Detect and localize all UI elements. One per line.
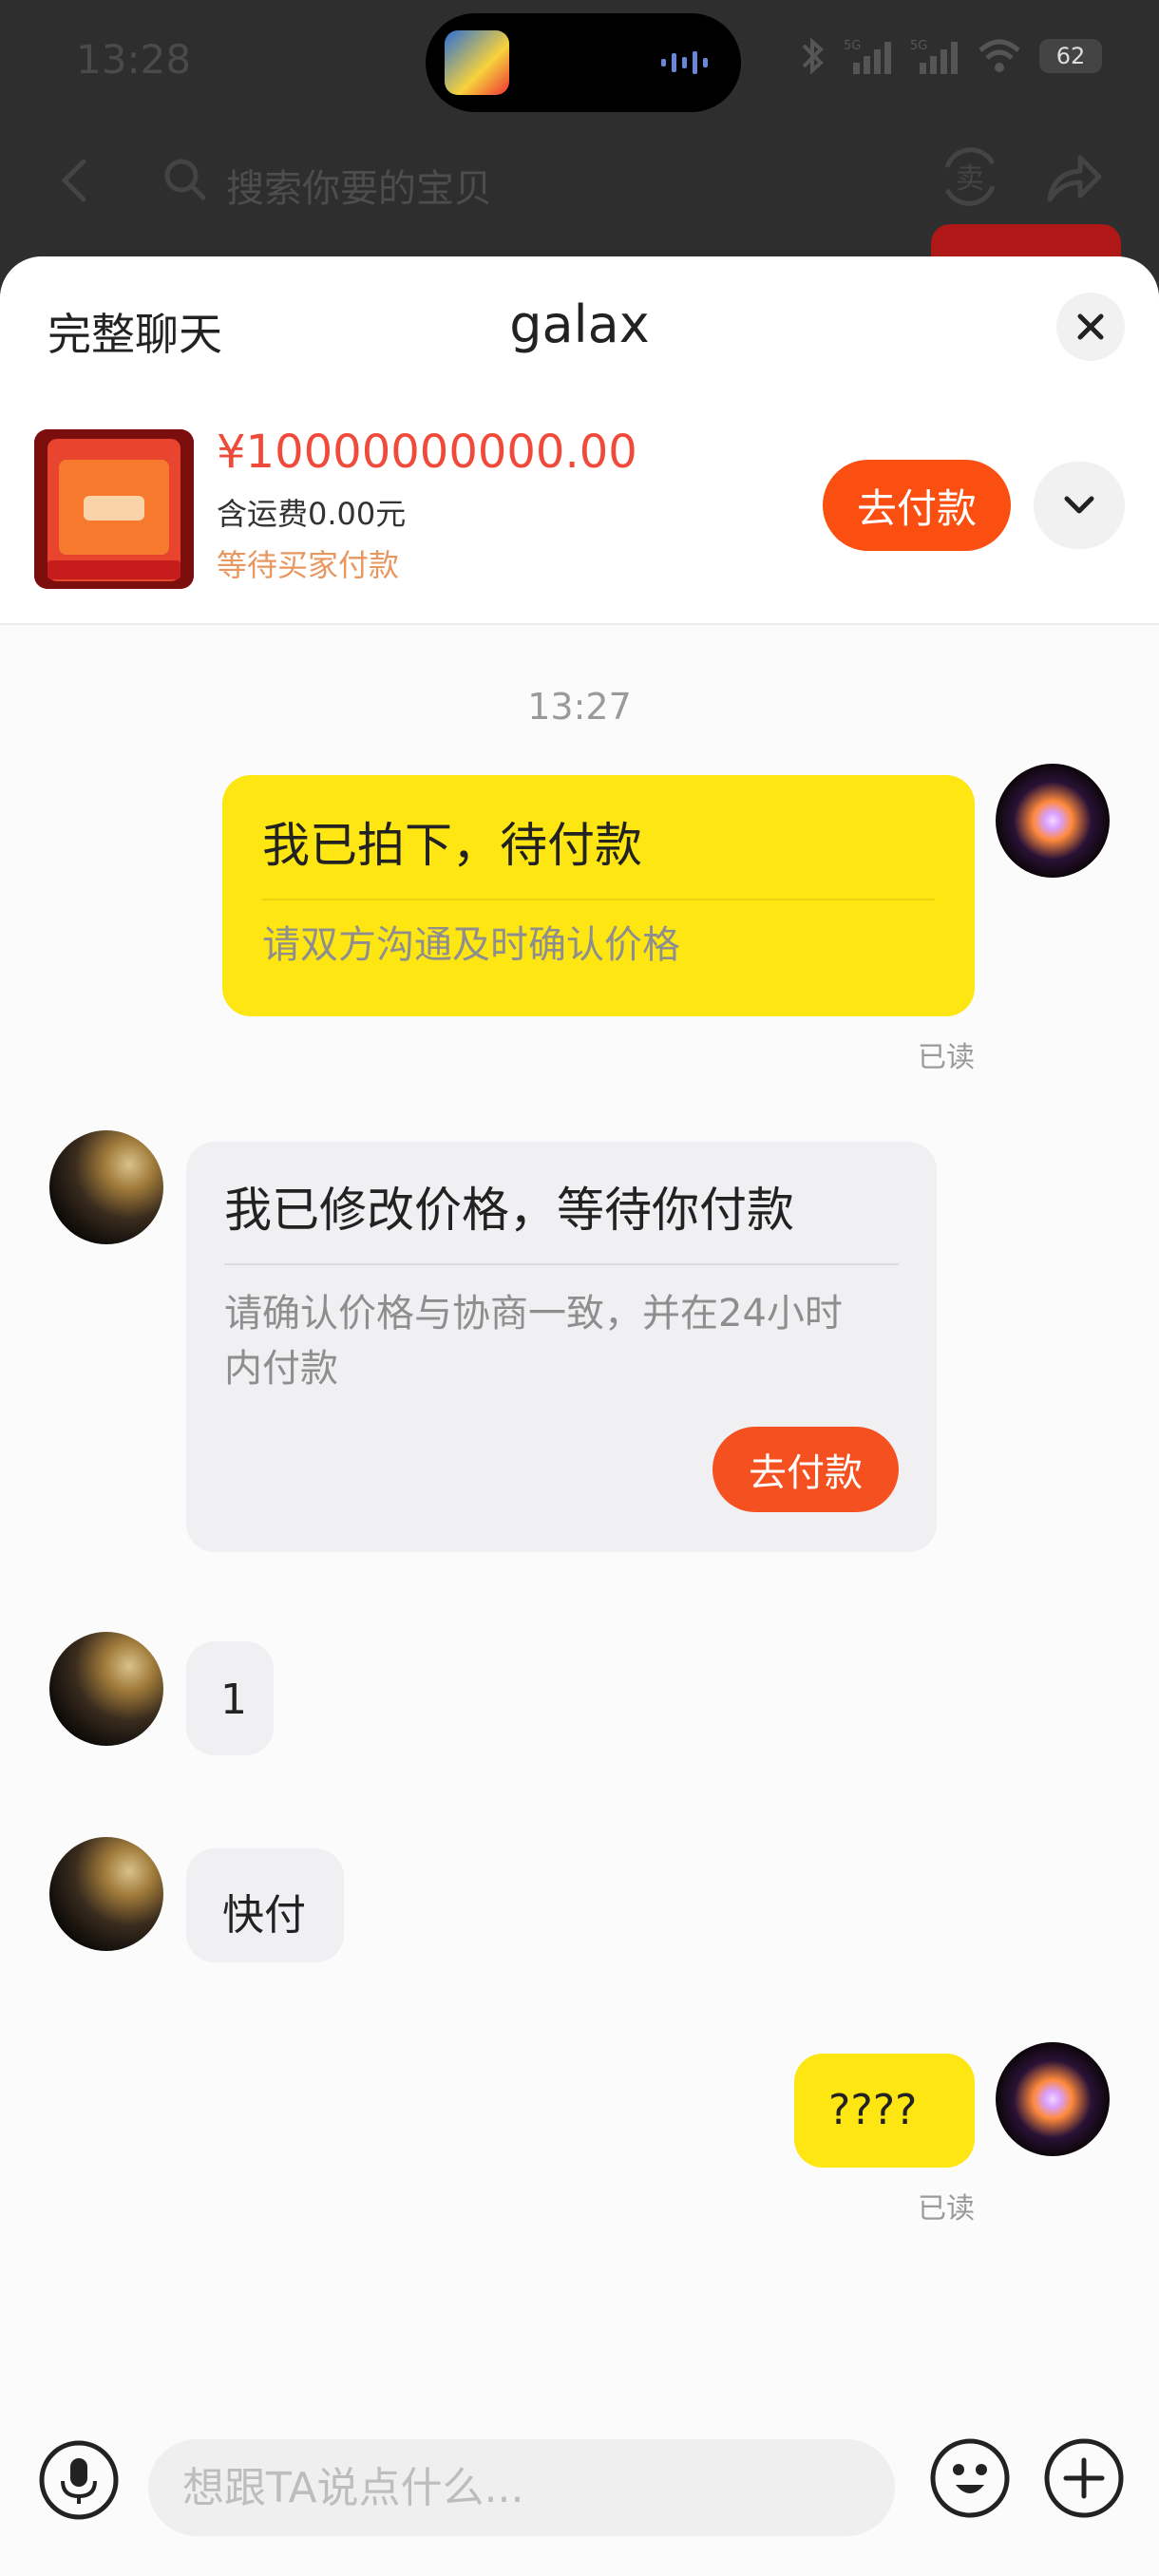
my-avatar[interactable] [996,764,1110,878]
back-arrow-icon[interactable] [55,152,93,209]
message-text: ???? [828,2086,918,2134]
status-icons: 5G 5G 62 [798,32,1102,80]
price-change-card[interactable]: 我已修改价格，等待你付款 请确认价格与协商一致，并在24小时内付款 去付款 [186,1142,937,1552]
close-icon [1077,313,1104,340]
product-thumbnail[interactable] [34,429,194,589]
chevron-down-icon [1064,496,1094,514]
emoji-icon[interactable] [929,2437,1011,2519]
search-placeholder[interactable]: 搜索你要的宝贝 [226,158,492,213]
bluetooth-icon [802,37,824,75]
svg-text:5G: 5G [844,39,861,53]
microphone-icon[interactable] [38,2439,120,2521]
sell-icon-label: 卖 [956,162,984,196]
order-summary: ¥10000000000.00 含运费0.00元 等待买家付款 去付款 [0,399,1159,625]
chat-header: 完整聊天 galax [0,256,1159,399]
message-text: 快付 [222,1891,306,1940]
status-bar: 13:28 5G 5G 62 [0,0,1159,123]
sell-icon[interactable]: 卖 [936,142,1004,211]
price-card-subtitle: 请确认价格与协商一致，并在24小时内付款 [224,1292,843,1391]
read-receipt: 已读 [918,2192,975,2226]
message-input[interactable] [148,2439,895,2536]
card-divider [262,899,935,900]
message-timestamp: 13:27 [527,686,632,728]
chat-sheet: 完整聊天 galax ¥10000000000.00 含运费0.00元 等待买家… [0,256,1159,2576]
signal-icon: 5G [844,39,891,74]
order-card-subtitle: 请双方沟通及时确认价格 [262,923,680,967]
svg-text:5G: 5G [910,39,927,53]
order-card-title: 我已拍下，待付款 [262,818,642,873]
price-card-title: 我已修改价格，等待你付款 [224,1183,794,1238]
seller-avatar[interactable] [49,1632,163,1746]
expand-button[interactable] [1034,462,1125,549]
share-icon[interactable] [1040,144,1107,211]
read-receipt: 已读 [918,1041,975,1074]
order-price: ¥10000000000.00 [217,426,637,479]
add-icon[interactable] [1043,2437,1125,2519]
message-text: 1 [220,1676,247,1724]
card-pay-button[interactable]: 去付款 [712,1427,899,1512]
card-divider [224,1263,899,1265]
battery-indicator: 62 [1039,39,1102,73]
signal-icon-2: 5G [910,39,958,74]
seller-avatar[interactable] [49,1130,163,1244]
order-placed-card[interactable]: 我已拍下，待付款 请双方沟通及时确认价格 [222,775,975,1016]
background-search-bar: 搜索你要的宝贝 卖 [0,123,1159,237]
search-icon [164,159,206,200]
wifi-icon [978,39,1020,72]
media-thumbnail [445,30,509,95]
my-avatar[interactable] [996,2042,1110,2156]
my-message-bubble[interactable]: ???? [794,2054,975,2168]
order-status: 等待买家付款 [217,547,400,583]
message-input-bar [0,2413,1159,2576]
status-time: 13:28 [76,36,192,83]
chat-title: galax [509,294,650,354]
message-bubble[interactable]: 1 [186,1641,274,1755]
close-button[interactable] [1056,293,1125,361]
dynamic-island [426,13,741,112]
seller-avatar[interactable] [49,1837,163,1951]
audio-wave-icon [661,51,708,74]
pay-button[interactable]: 去付款 [823,460,1011,551]
message-bubble[interactable]: 快付 [186,1848,344,1962]
product-image [34,429,194,589]
order-shipping: 含运费0.00元 [217,496,407,532]
